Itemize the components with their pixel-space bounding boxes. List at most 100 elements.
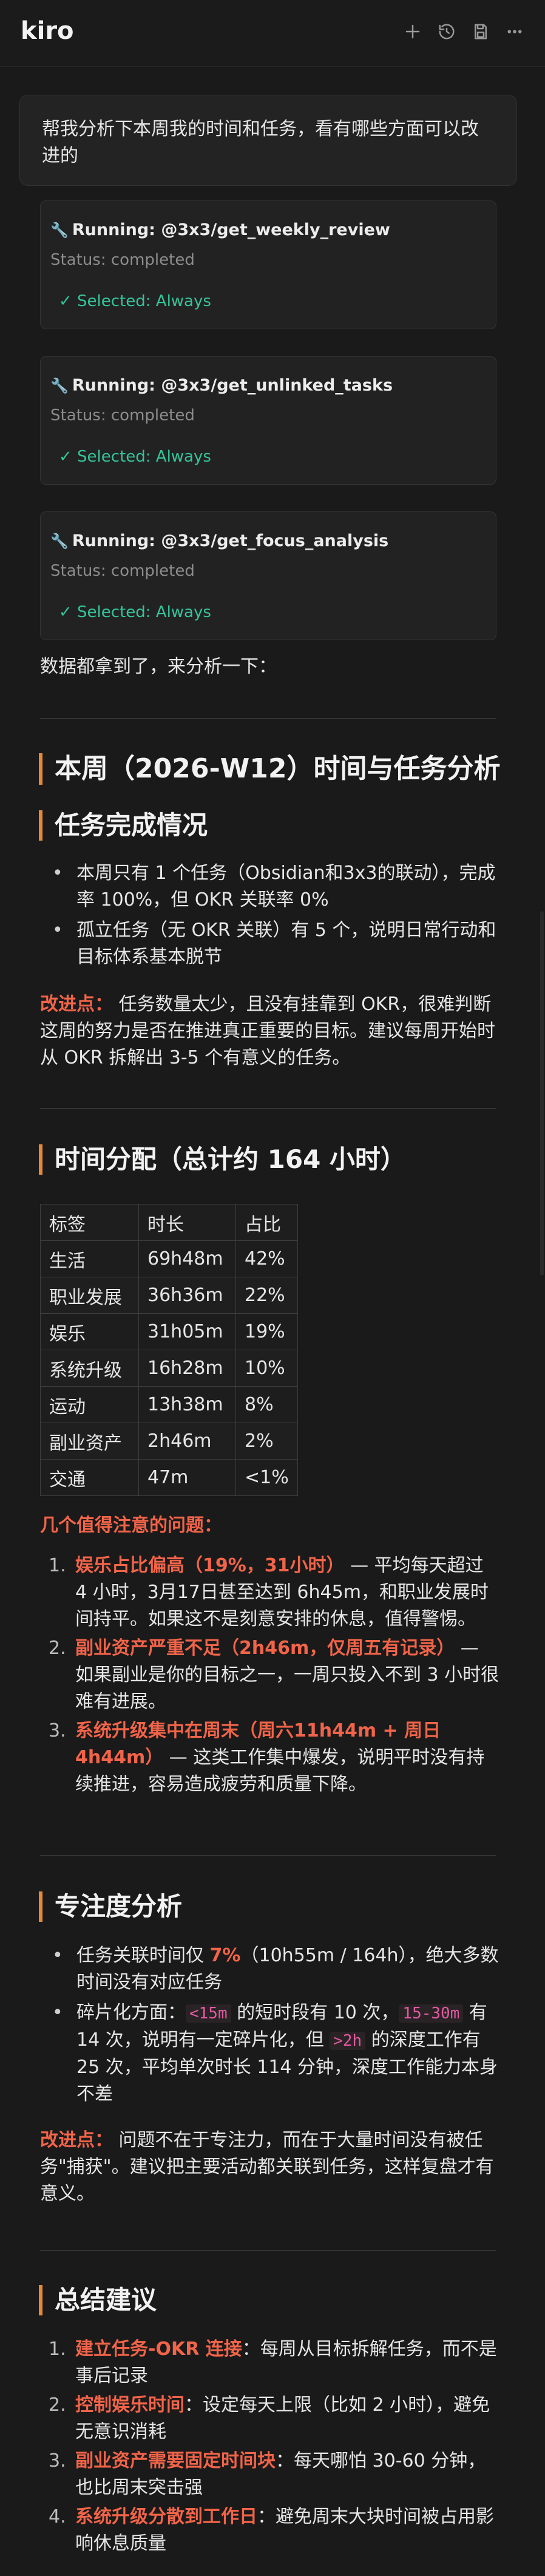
summary-heading: 总结建议 [39, 2285, 157, 2315]
task-improvement: 改进点： 任务数量太少，且没有挂靠到 OKR，很难判断这周的努力是否在推进真正重… [40, 991, 501, 1071]
tool-call-name: Running: @3x3/get_unlinked_tasks [72, 376, 393, 395]
report-title: 本周（2026-W12）时间与任务分析 [39, 753, 501, 785]
more-icon[interactable] [503, 19, 527, 44]
plus-icon[interactable] [401, 19, 425, 44]
table-header: 占比 [235, 1204, 298, 1241]
time-heading: 时间分配（总计约 164 小时） [39, 1144, 406, 1175]
highlight: 7% [209, 1945, 241, 1966]
divider [40, 1855, 496, 1856]
improve-label: 改进点： [40, 2130, 113, 2151]
list-number: 1. [49, 1555, 66, 1576]
text: 的短时段有 10 次， [231, 2002, 399, 2023]
text: 任务关联时间仅 [76, 1945, 210, 1966]
table-header: 标签 [40, 1204, 139, 1241]
table-cell: 19% [235, 1313, 298, 1350]
table-row: 交通 47m <1% [40, 1459, 298, 1496]
table-row: 系统升级 16h28m 10% [40, 1350, 298, 1387]
list-item: 4. 系统升级分散到工作日：避免周末大块时间被占用影响休息质量 [49, 2504, 500, 2557]
issue-title: 副业资产严重不足（2h46m，仅周五有记录） [75, 1638, 455, 1659]
list-item: 碎片化方面：<15m 的短时段有 10 次，15-30m 有 14 次，说明有一… [52, 2000, 500, 2108]
table-row: 娱乐 31h05m 19% [40, 1313, 298, 1350]
list-number: 1. [49, 2339, 66, 2360]
divider [40, 1108, 496, 1109]
table-cell: 42% [235, 1240, 298, 1277]
summary-title: 建立任务-OKR 连接 [75, 2339, 242, 2360]
user-message: 帮我分析下本周我的时间和任务，看有哪些方面可以改进的 [19, 95, 517, 186]
table-cell: 16h28m [138, 1350, 236, 1387]
improve-label: 改进点： [40, 994, 113, 1015]
focus-heading: 专注度分析 [39, 1891, 182, 1922]
table-cell: 69h48m [138, 1240, 236, 1277]
table-row: 职业发展 36h36m 22% [40, 1277, 298, 1314]
table-cell: 31h05m [138, 1313, 236, 1350]
scrollbar[interactable] [540, 911, 544, 1276]
table-row: 副业资产 2h46m 2% [40, 1423, 298, 1460]
tool-call-selected[interactable]: ✓ Selected: Always [59, 292, 211, 310]
inline-code: <15m [186, 2004, 231, 2023]
list-number: 2. [49, 2394, 66, 2416]
issues-list: 1. 娱乐占比偏高（19%，31小时） — 平均每天超过 4 小时，3月17日甚至… [49, 1553, 500, 1800]
focus-bullets: 任务关联时间仅 7%（10h55m / 164h），绝大多数时间没有对应任务 碎… [52, 1942, 500, 2111]
table-cell: 2h46m [138, 1423, 236, 1460]
tool-call-title: 🔧 Running: @3x3/get_weekly_review [50, 220, 390, 239]
history-icon[interactable] [435, 19, 459, 44]
table-cell: 交通 [40, 1459, 139, 1496]
table-cell: 运动 [40, 1386, 139, 1423]
tool-call-status: Status: completed [50, 406, 195, 425]
list-number: 4. [49, 2506, 66, 2527]
app-header: kiro [0, 0, 545, 67]
save-icon[interactable] [469, 19, 493, 44]
app-logo: kiro [21, 17, 74, 45]
table-cell: 2% [235, 1423, 298, 1460]
list-item: 2. 控制娱乐时间：设定每天上限（比如 2 小时），避免无意识消耗 [49, 2392, 500, 2445]
tool-call-title: 🔧 Running: @3x3/get_unlinked_tasks [50, 376, 393, 395]
wrench-icon: 🔧 [50, 221, 69, 239]
table-header: 时长 [138, 1204, 236, 1241]
issues-label: 几个值得注意的问题： [40, 1515, 222, 1536]
table-row: 生活 69h48m 42% [40, 1240, 298, 1277]
table-cell: 职业发展 [40, 1277, 139, 1314]
time-table: 标签 时长 占比 生活 69h48m 42% 职业发展 36h36m 22% 娱乐 31h… [40, 1204, 298, 1496]
list-item: 孤立任务（无 OKR 关联）有 5 个，说明日常行动和目标体系基本脱节 [52, 917, 500, 971]
table-cell: 36h36m [138, 1277, 236, 1314]
list-item: 3. 系统升级集中在周末（周六11h44m + 周日 4h44m） — 这类工作集… [49, 1718, 500, 1798]
summary-title: 系统升级分散到工作日 [75, 2506, 257, 2527]
list-item: 1. 娱乐占比偏高（19%，31小时） — 平均每天超过 4 小时，3月17日甚至… [49, 1553, 500, 1633]
tool-call-card[interactable]: 🔧 Running: @3x3/get_focus_analysis Status… [40, 511, 496, 640]
table-cell: <1% [235, 1459, 298, 1496]
table-cell: 10% [235, 1350, 298, 1387]
tool-call-selected[interactable]: ✓ Selected: Always [59, 603, 211, 621]
table-cell: 生活 [40, 1240, 139, 1277]
table-header-row: 标签 时长 占比 [40, 1204, 298, 1241]
tool-call-name: Running: @3x3/get_focus_analysis [72, 531, 389, 550]
list-item: 3. 副业资产需要固定时间块：每天哪怕 30-60 分钟，也比周末突击强 [49, 2448, 500, 2501]
list-item: 1. 建立任务-OKR 连接：每周从目标拆解任务，而不是事后记录 [49, 2336, 500, 2390]
table-row: 运动 13h38m 8% [40, 1386, 298, 1423]
issue-title: 娱乐占比偏高（19%，31小时） [75, 1555, 345, 1576]
divider [40, 2250, 496, 2251]
tool-call-name: Running: @3x3/get_weekly_review [72, 220, 390, 239]
tool-call-status: Status: completed [50, 251, 195, 269]
wrench-icon: 🔧 [50, 377, 69, 394]
summary-title: 副业资产需要固定时间块 [75, 2450, 276, 2472]
table-cell: 8% [235, 1386, 298, 1423]
summary-list: 1. 建立任务-OKR 连接：每周从目标拆解任务，而不是事后记录 2. 控制娱乐时间… [49, 2336, 500, 2560]
assistant-intro: 数据都拿到了，来分析一下： [40, 656, 277, 677]
task-bullets: 本周只有 1 个任务（Obsidian和3x3的联动），完成率 100%，但 O… [52, 860, 500, 974]
tool-call-title: 🔧 Running: @3x3/get_focus_analysis [50, 531, 388, 550]
wrench-icon: 🔧 [50, 532, 69, 550]
list-number: 2. [49, 1638, 66, 1659]
list-item: 本周只有 1 个任务（Obsidian和3x3的联动），完成率 100%，但 O… [52, 860, 500, 914]
summary-title: 控制娱乐时间 [75, 2394, 184, 2416]
list-number: 3. [49, 2450, 66, 2472]
focus-improvement: 改进点： 问题不在于专注力，而在于大量时间没有被任务"捕获"。建议把主要活动都关… [40, 2127, 501, 2207]
divider [40, 718, 496, 719]
table-cell: 系统升级 [40, 1350, 139, 1387]
tool-call-card[interactable]: 🔧 Running: @3x3/get_unlinked_tasks Status… [40, 356, 496, 485]
tool-call-selected[interactable]: ✓ Selected: Always [59, 448, 211, 466]
list-item: 2. 副业资产严重不足（2h46m，仅周五有记录） — 如果副业是你的目标之一，一… [49, 1635, 500, 1715]
tool-call-card[interactable]: 🔧 Running: @3x3/get_weekly_review Status:… [40, 200, 496, 329]
table-cell: 副业资产 [40, 1423, 139, 1460]
table-cell: 22% [235, 1277, 298, 1314]
table-cell: 13h38m [138, 1386, 236, 1423]
